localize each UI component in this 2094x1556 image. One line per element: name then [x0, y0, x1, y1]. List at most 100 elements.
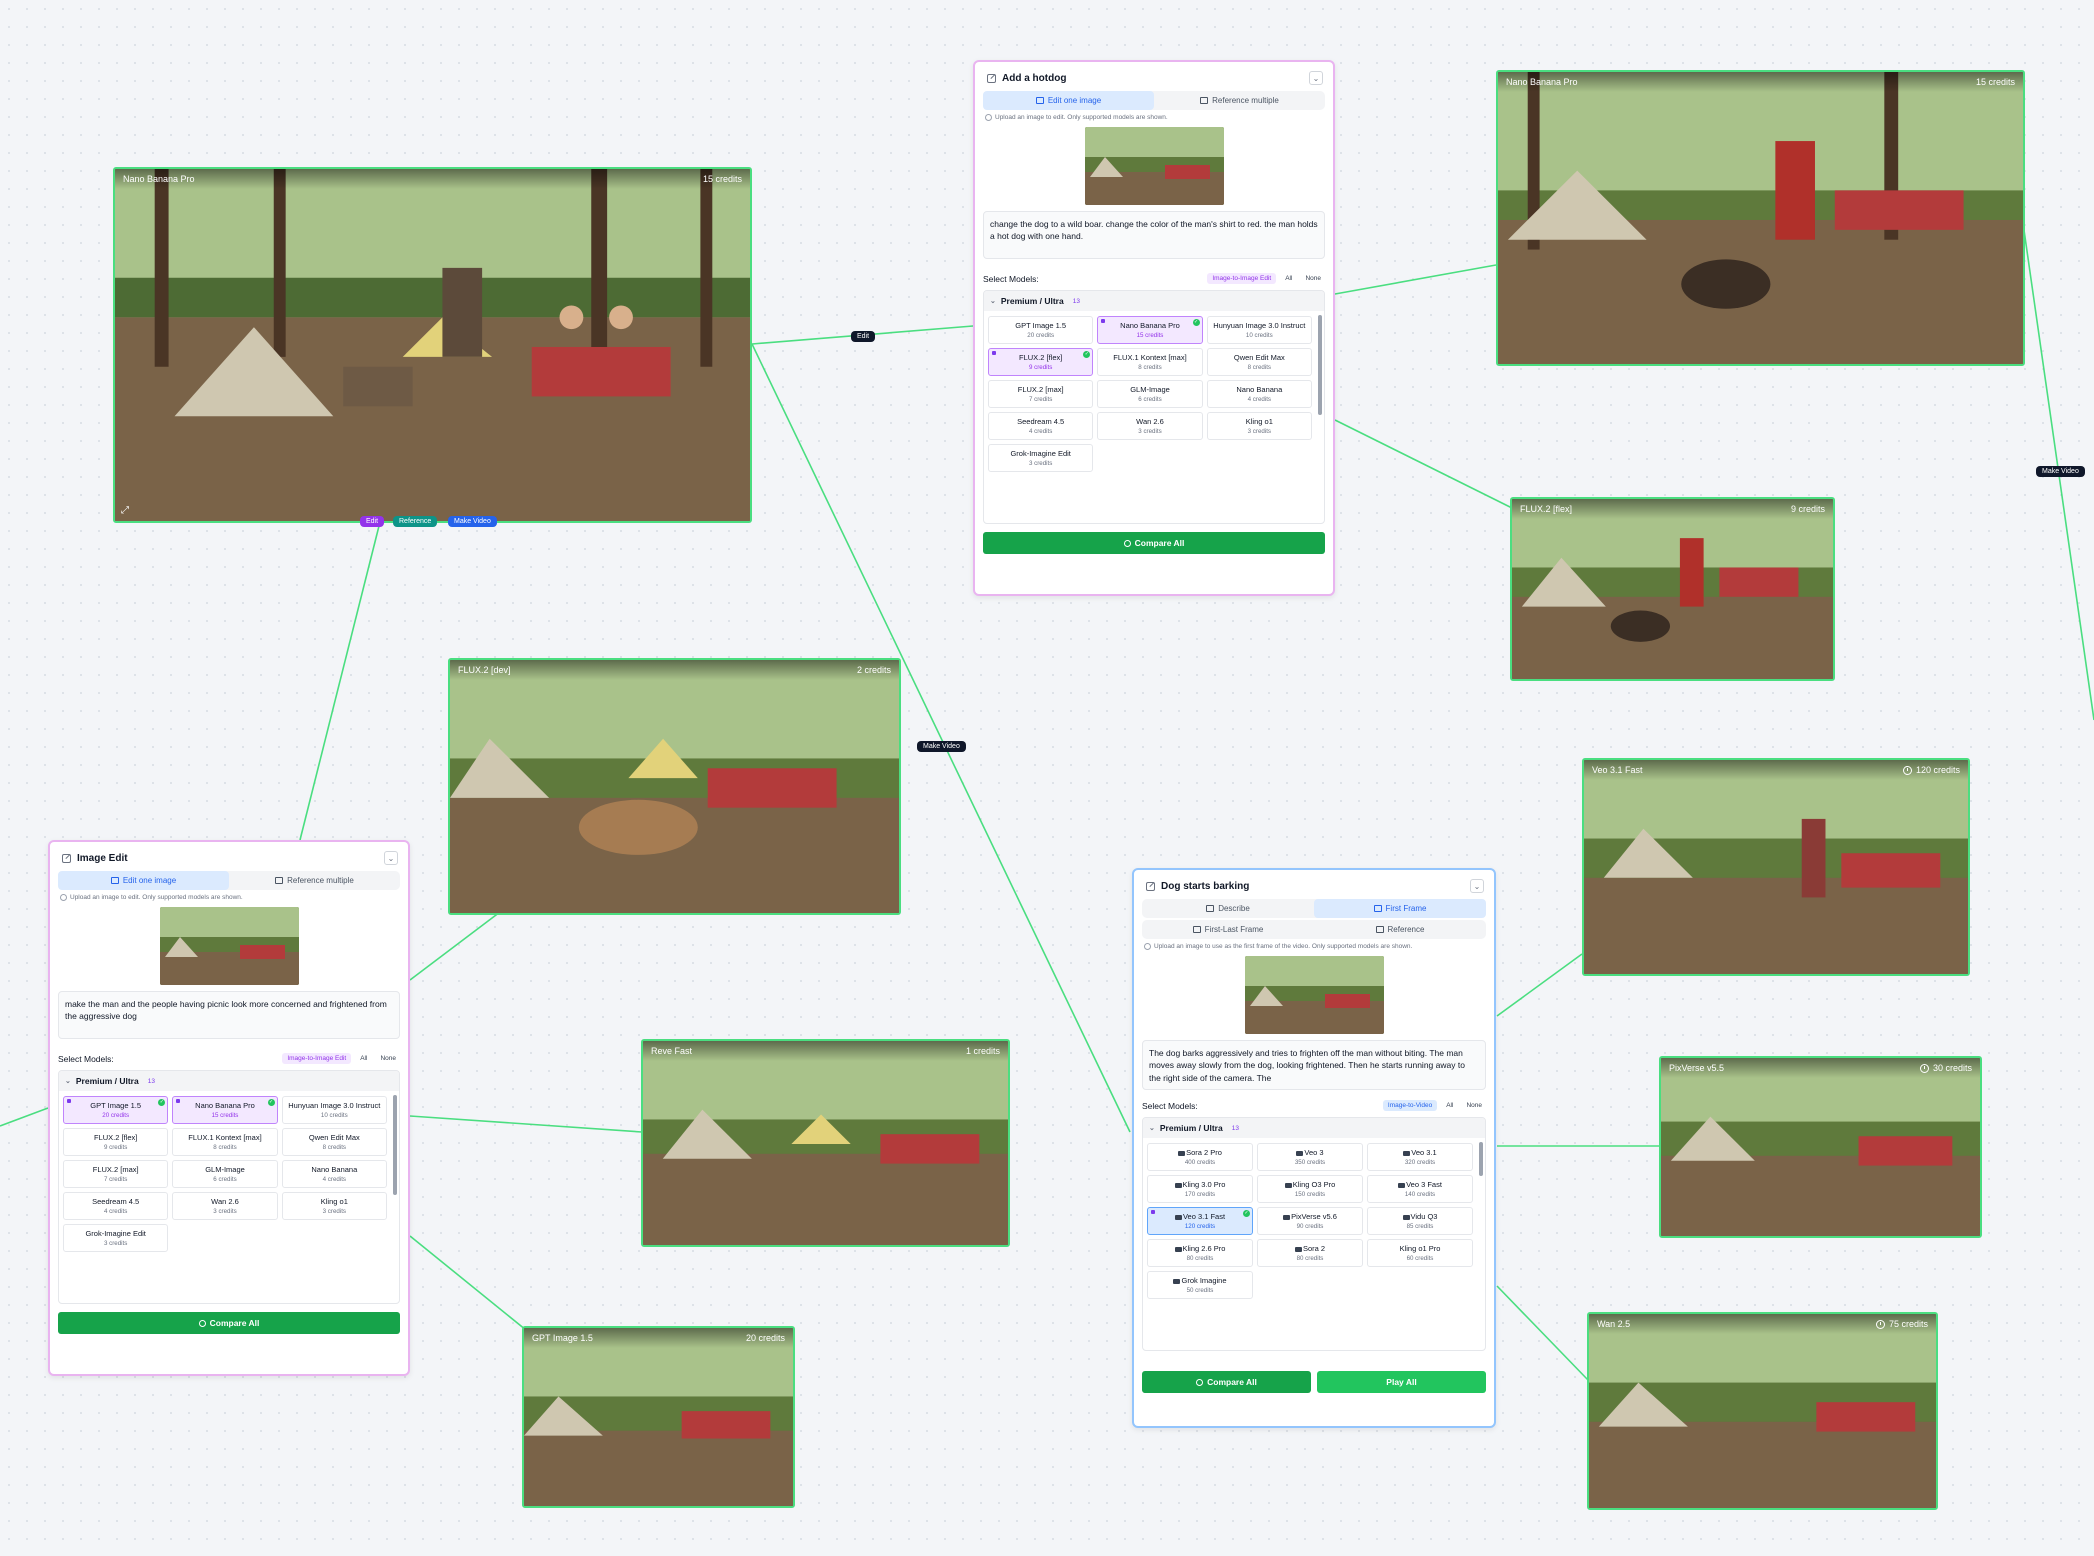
- input-image-thumbnail[interactable]: [1084, 127, 1224, 205]
- model-option[interactable]: Veo 3 Fast 140 credits: [1367, 1175, 1473, 1203]
- image-node[interactable]: FLUX.2 [flex] 9 credits: [1510, 497, 1835, 681]
- check-icon: ✓: [1243, 1210, 1250, 1217]
- image-node[interactable]: Reve Fast 1 credits: [641, 1039, 1010, 1247]
- video-icon: [1283, 1214, 1291, 1220]
- tab-reference[interactable]: Reference: [1314, 920, 1486, 939]
- image-node[interactable]: Nano Banana Pro 15 credits: [1496, 70, 2025, 366]
- chevron-down-icon[interactable]: ⌄: [384, 851, 398, 865]
- model-option[interactable]: Kling O3 Pro 150 credits: [1257, 1175, 1363, 1203]
- model-option[interactable]: Vidu Q3 85 credits: [1367, 1207, 1473, 1235]
- tab-reference-multiple[interactable]: Reference multiple: [229, 871, 400, 890]
- model-option[interactable]: Wan 2.6 3 credits: [172, 1192, 278, 1220]
- model-group: ⌄ Premium / Ultra 13 GPT Image 1.5 20 credi…: [983, 290, 1325, 524]
- model-option[interactable]: GLM-Image 6 credits: [172, 1160, 278, 1188]
- model-option[interactable]: Grok-Imagine Edit 3 credits: [988, 444, 1094, 472]
- compare-all-button[interactable]: Compare All: [58, 1312, 400, 1334]
- model-option[interactable]: Kling o1 3 credits: [281, 1192, 387, 1220]
- model-option[interactable]: GLM-Image 6 credits: [1097, 380, 1203, 408]
- camping-scene-video: [1584, 760, 1968, 974]
- select-all-button[interactable]: All: [1442, 1100, 1457, 1111]
- select-none-button[interactable]: None: [376, 1053, 400, 1064]
- model-option[interactable]: Qwen Edit Max 8 credits: [1206, 348, 1312, 376]
- model-option[interactable]: Hunyuan Image 3.0 Instruct 10 credits: [1206, 316, 1312, 344]
- expand-icon[interactable]: ⤢: [121, 505, 129, 516]
- model-option[interactable]: FLUX.2 [flex] 9 credits: [63, 1128, 169, 1156]
- select-all-button[interactable]: All: [356, 1053, 371, 1064]
- model-option[interactable]: FLUX.1 Kontext [max] 8 credits: [172, 1128, 278, 1156]
- camping-scene-video: [1661, 1058, 1980, 1236]
- model-option[interactable]: Wan 2.6 3 credits: [1097, 412, 1203, 440]
- select-all-button[interactable]: All: [1281, 273, 1296, 284]
- model-name: PixVerse v5.5: [1669, 1063, 1725, 1073]
- model-option[interactable]: Kling o1 3 credits: [1206, 412, 1312, 440]
- model-option[interactable]: Kling 3.0 Pro 170 credits: [1147, 1175, 1253, 1203]
- select-none-button[interactable]: None: [1301, 273, 1325, 284]
- model-option[interactable]: Kling 2.6 Pro 80 credits: [1147, 1239, 1253, 1267]
- model-option[interactable]: Seedream 4.5 4 credits: [63, 1192, 169, 1220]
- model-option[interactable]: Grok-Imagine Edit 3 credits: [63, 1224, 169, 1252]
- model-option[interactable]: FLUX.2 [max] 7 credits: [988, 380, 1094, 408]
- tab-first-last-frame[interactable]: First-Last Frame: [1142, 920, 1314, 939]
- model-option[interactable]: Qwen Edit Max 8 credits: [281, 1128, 387, 1156]
- tab-first-frame[interactable]: First Frame: [1314, 899, 1486, 918]
- chevron-down-icon[interactable]: ⌄: [1309, 71, 1323, 85]
- reference-action-button[interactable]: Reference: [393, 516, 438, 527]
- scrollbar[interactable]: [1318, 315, 1322, 415]
- model-option[interactable]: Kling o1 Pro 60 credits: [1367, 1239, 1473, 1267]
- model-option[interactable]: PixVerse v5.6 90 credits: [1257, 1207, 1363, 1235]
- model-option-selected[interactable]: ✓ GPT Image 1.5 20 credits: [63, 1096, 169, 1124]
- video-node[interactable]: Wan 2.5 75 credits: [1587, 1312, 1938, 1510]
- model-option[interactable]: Sora 2 Pro 400 credits: [1147, 1143, 1253, 1171]
- images-icon: [1375, 926, 1384, 933]
- tab-edit-one-image[interactable]: Edit one image: [983, 91, 1154, 110]
- group-header[interactable]: ⌄ Premium / Ultra 13: [59, 1071, 399, 1091]
- model-option[interactable]: FLUX.2 [max] 7 credits: [63, 1160, 169, 1188]
- model-option[interactable]: Grok Imagine 50 credits: [1147, 1271, 1253, 1299]
- make-video-action-button[interactable]: Make Video: [448, 516, 497, 527]
- input-image-thumbnail[interactable]: [159, 907, 299, 985]
- model-option[interactable]: Veo 3.1 320 credits: [1367, 1143, 1473, 1171]
- model-option-selected[interactable]: ✓ Veo 3.1 Fast 120 credits: [1147, 1207, 1253, 1235]
- video-icon: [1398, 1182, 1406, 1188]
- model-group: ⌄ Premium / Ultra 13 ✓ GPT Image 1.5 20 cred…: [58, 1070, 400, 1304]
- tab-reference-multiple[interactable]: Reference multiple: [1154, 91, 1325, 110]
- model-option-selected[interactable]: ✓ Nano Banana Pro 15 credits: [1097, 316, 1203, 344]
- prompt-textarea[interactable]: The dog barks aggressively and tries to …: [1142, 1040, 1486, 1090]
- model-option-selected[interactable]: ✓ FLUX.2 [flex] 9 credits: [988, 348, 1094, 376]
- edit-panel-image-edit: Image Edit ⌄ Edit one image Reference mu…: [48, 840, 410, 1376]
- select-none-button[interactable]: None: [1462, 1100, 1486, 1111]
- model-option[interactable]: Seedream 4.5 4 credits: [988, 412, 1094, 440]
- group-header[interactable]: ⌄ Premium / Ultra 13: [984, 291, 1324, 311]
- edge-label-make-video[interactable]: Make Video: [917, 741, 966, 752]
- scrollbar[interactable]: [1479, 1142, 1483, 1176]
- model-option[interactable]: GPT Image 1.5 20 credits: [988, 316, 1094, 344]
- play-all-button[interactable]: Play All: [1317, 1371, 1486, 1393]
- tab-edit-one-image[interactable]: Edit one image: [58, 871, 229, 890]
- credits-label: 15 credits: [1975, 77, 2015, 87]
- image-node[interactable]: FLUX.2 [dev] 2 credits: [448, 658, 901, 915]
- model-option[interactable]: FLUX.1 Kontext [max] 8 credits: [1097, 348, 1203, 376]
- prompt-textarea[interactable]: change the dog to a wild boar. change th…: [983, 211, 1325, 259]
- edit-action-button[interactable]: Edit: [360, 516, 385, 527]
- model-option[interactable]: Nano Banana 4 credits: [1206, 380, 1312, 408]
- edge-label-make-video[interactable]: Make Video: [2036, 466, 2085, 477]
- input-image-thumbnail[interactable]: [1244, 956, 1384, 1034]
- model-option[interactable]: Hunyuan Image 3.0 Instruct 10 credits: [281, 1096, 387, 1124]
- edge-label-edit[interactable]: Edit: [851, 331, 876, 342]
- compare-all-button[interactable]: Compare All: [983, 532, 1325, 554]
- prompt-textarea[interactable]: make the man and the people having picni…: [58, 991, 400, 1039]
- image-node[interactable]: GPT Image 1.5 20 credits: [522, 1326, 795, 1508]
- group-header[interactable]: ⌄ Premium / Ultra 13: [1143, 1118, 1485, 1138]
- model-option-selected[interactable]: ✓ Nano Banana Pro 15 credits: [172, 1096, 278, 1124]
- video-node[interactable]: Veo 3.1 Fast 120 credits: [1582, 758, 1970, 976]
- chevron-down-icon[interactable]: ⌄: [1470, 879, 1484, 893]
- video-icon: [1174, 1214, 1182, 1220]
- compare-all-button[interactable]: Compare All: [1142, 1371, 1311, 1393]
- model-option[interactable]: Sora 2 80 credits: [1257, 1239, 1363, 1267]
- model-option[interactable]: Nano Banana 4 credits: [281, 1160, 387, 1188]
- tab-describe[interactable]: Describe: [1142, 899, 1314, 918]
- video-node[interactable]: PixVerse v5.5 30 credits: [1659, 1056, 1982, 1238]
- model-option[interactable]: Veo 3 350 credits: [1257, 1143, 1363, 1171]
- image-node[interactable]: Nano Banana Pro 15 credits ⤢: [113, 167, 752, 523]
- scrollbar[interactable]: [393, 1095, 397, 1195]
